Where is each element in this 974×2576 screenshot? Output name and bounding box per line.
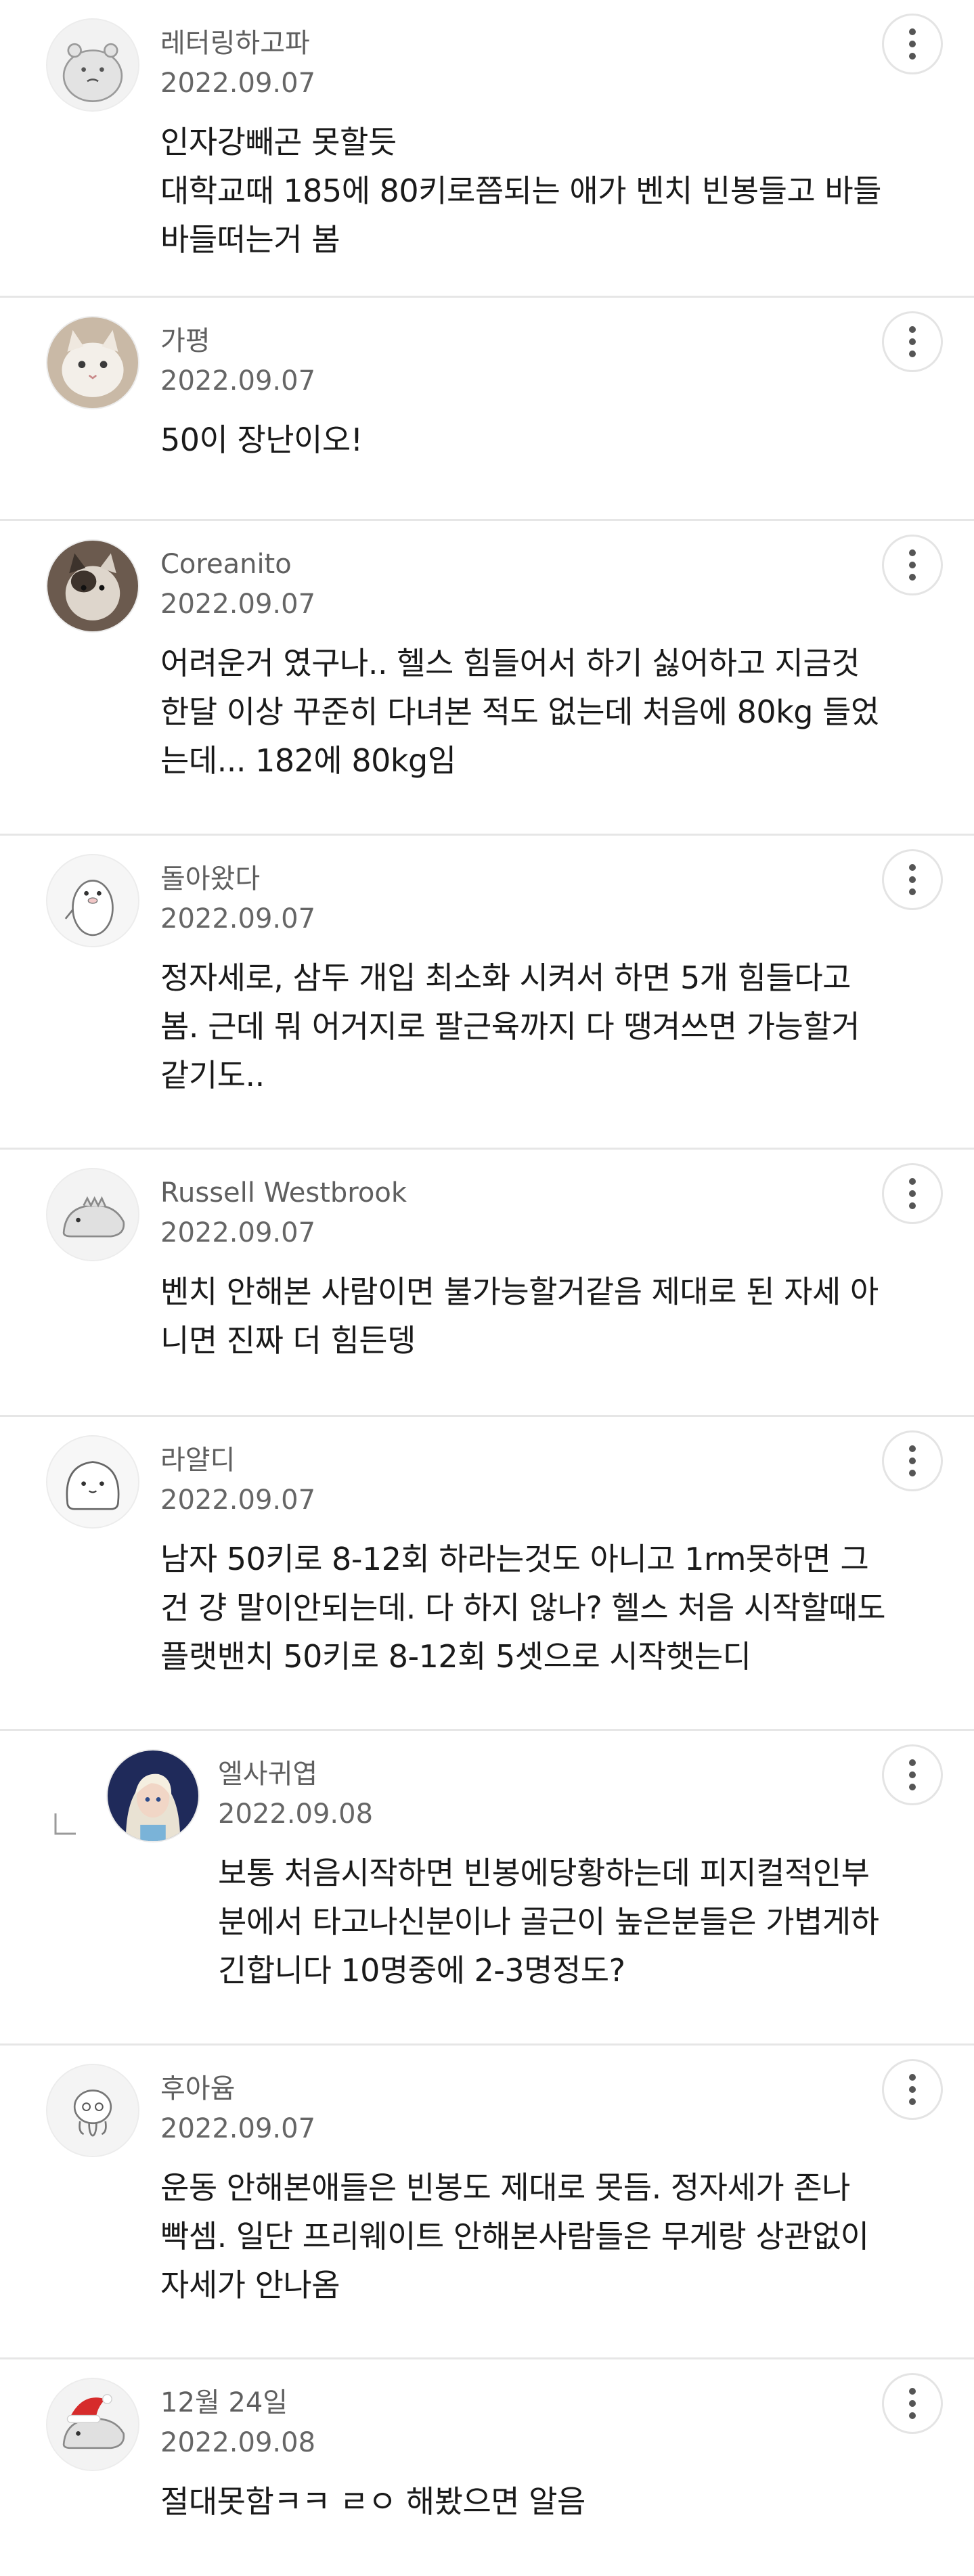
more-options-button[interactable] [882,311,943,372]
comment-content: 라얄디 2022.09.07 남자 50키로 8-12회 하라는것도 아니고 1… [160,1441,893,1681]
more-dot-icon [909,41,916,47]
comment-author[interactable]: Coreanito [160,545,893,583]
octopus-avatar[interactable] [46,2064,139,2157]
comment-author[interactable]: Russell Westbrook [160,1174,893,1212]
more-dot-icon [909,1759,916,1766]
more-options-button[interactable] [882,1163,943,1224]
comment-content: Russell Westbrook 2022.09.07 벤치 안해본 사람이면… [160,1174,893,1365]
comment-date: 2022.09.07 [160,1217,316,1248]
comment-text: 남자 50키로 8-12회 하라는것도 아니고 1rm못하면 그 건 걍 말이안… [160,1541,886,1675]
more-dot-icon [909,888,916,895]
comment-date: 2022.09.07 [160,589,316,620]
more-dot-icon [909,1771,916,1778]
more-dot-icon [909,549,916,556]
comment-text: 정자세로, 삼두 개입 최소화 시켜서 하면 5개 힘들다고 봄. 근데 뭐 어… [160,959,860,1093]
more-dot-icon [909,2098,916,2105]
comment-text: 보통 처음시작하면 빈봉에당황하는데 피지컬적인부 분에서 타고나신분이나 골근… [218,1855,879,1989]
more-dot-icon [909,2086,916,2093]
comment-content: 레터링하고파 2022.09.07 인자강빼곤 못할듯 대학교때 185에 80… [160,24,893,264]
comment-item: 후아윰 2022.09.07 운동 안해본애들은 빈봉도 제대로 못듬. 정자세… [0,2046,974,2359]
comment-date: 2022.09.08 [218,1799,374,1830]
more-dot-icon [909,1202,916,1209]
comment-author[interactable]: 레터링하고파 [160,24,893,62]
comment-author[interactable]: 라얄디 [160,1441,893,1479]
comment-author[interactable]: 돌아왔다 [160,860,893,898]
comment-date: 2022.09.07 [160,68,316,99]
more-options-button[interactable] [882,14,943,74]
more-dot-icon [909,562,916,568]
blob-avatar[interactable] [46,1435,139,1529]
more-dot-icon [909,574,916,581]
more-dot-icon [909,351,916,357]
comment-item: 라얄디 2022.09.07 남자 50키로 8-12회 하라는것도 아니고 1… [0,1417,974,1731]
more-dot-icon [909,2074,916,2081]
comment-author[interactable]: 12월 24일 [160,2384,893,2422]
cat-photo-avatar[interactable] [46,539,139,633]
comment-content: 엘사귀엽 2022.09.08 보통 처음시작하면 빈봉에당황하는데 피지컬적인… [218,1755,893,1995]
comment-author[interactable]: 엘사귀엽 [218,1755,893,1793]
comment-item: 돌아왔다 2022.09.07 정자세로, 삼두 개입 최소화 시켜서 하면 5… [0,836,974,1150]
cat-photo-avatar[interactable] [46,316,139,409]
more-options-button[interactable] [882,849,943,910]
reply-arrow-icon [54,1813,76,1835]
comment-author[interactable]: 후아윰 [160,2070,893,2108]
more-dot-icon [909,1458,916,1464]
elsa-avatar[interactable] [106,1749,200,1843]
comment-date: 2022.09.07 [160,365,316,397]
more-dot-icon [909,1784,916,1790]
comment-author[interactable]: 가평 [160,322,893,360]
comment-text: 벤치 안해본 사람이면 불가능할거같음 제대로 된 자세 아 니면 진짜 더 힘… [160,1273,879,1359]
more-dot-icon [909,1445,916,1452]
comment-item: 12월 24일 2022.09.08 절대못함ㅋㅋ ㄹㅇ 해봤으면 알음 [0,2359,974,2576]
comment-text: 절대못함ㅋㅋ ㄹㅇ 해봤으면 알음 [160,2483,585,2520]
comment-item: 가평 2022.09.07 50이 장난이오! [0,298,974,521]
penguin-avatar[interactable] [46,854,139,947]
comment-date: 2022.09.07 [160,2113,316,2144]
comment-text: 인자강빼곤 못할듯 대학교때 185에 80키로쯤되는 애가 벤치 빈봉들고 바… [160,124,881,258]
more-options-button[interactable] [882,2059,943,2120]
more-options-button[interactable] [882,1430,943,1491]
comment-content: Coreanito 2022.09.07 어려운거 였구나.. 헬스 힘들어서 … [160,545,893,785]
comment-date: 2022.09.07 [160,903,316,934]
comment-text: 어려운거 였구나.. 헬스 힘들어서 하기 싫어하고 지금것 한달 이상 꾸준히… [160,645,879,779]
more-dot-icon [909,326,916,333]
more-dot-icon [909,2388,916,2395]
more-dot-icon [909,1470,916,1476]
more-dot-icon [909,1178,916,1185]
more-options-button[interactable] [882,2373,943,2434]
more-dot-icon [909,28,916,35]
comment-item: 레터링하고파 2022.09.07 인자강빼곤 못할듯 대학교때 185에 80… [0,0,974,298]
more-dot-icon [909,2412,916,2419]
more-dot-icon [909,53,916,60]
comment-content: 후아윰 2022.09.07 운동 안해본애들은 빈봉도 제대로 못듬. 정자세… [160,2070,893,2309]
more-dot-icon [909,2400,916,2407]
comment-item: Russell Westbrook 2022.09.07 벤치 안해본 사람이면… [0,1150,974,1417]
more-dot-icon [909,864,916,871]
comment-item: Coreanito 2022.09.07 어려운거 였구나.. 헬스 힘들어서 … [0,521,974,836]
comment-content: 돌아왔다 2022.09.07 정자세로, 삼두 개입 최소화 시켜서 하면 5… [160,860,893,1100]
more-options-button[interactable] [882,535,943,595]
comment-content: 가평 2022.09.07 50이 장난이오! [160,322,893,464]
comment-text: 운동 안해본애들은 빈봉도 제대로 못듬. 정자세가 존나 빡셈. 일단 프리웨… [160,2169,869,2303]
comment-content: 12월 24일 2022.09.08 절대못함ㅋㅋ ㄹㅇ 해봤으면 알음 [160,2384,893,2526]
comment-date: 2022.09.07 [160,1485,316,1516]
comment-date: 2022.09.08 [160,2427,316,2458]
dinosaur-avatar[interactable] [46,1168,139,1261]
reply-comment-item: 엘사귀엽 2022.09.08 보통 처음시작하면 빈봉에당황하는데 피지컬적인… [0,1731,974,2046]
more-dot-icon [909,338,916,345]
more-dot-icon [909,876,916,883]
more-options-button[interactable] [882,1744,943,1805]
comment-list: 레터링하고파 2022.09.07 인자강빼곤 못할듯 대학교때 185에 80… [0,0,974,2576]
santa-dinosaur-avatar[interactable] [46,2378,139,2471]
comment-text: 50이 장난이오! [160,422,363,458]
hippo-avatar[interactable] [46,18,139,112]
more-dot-icon [909,1190,916,1197]
